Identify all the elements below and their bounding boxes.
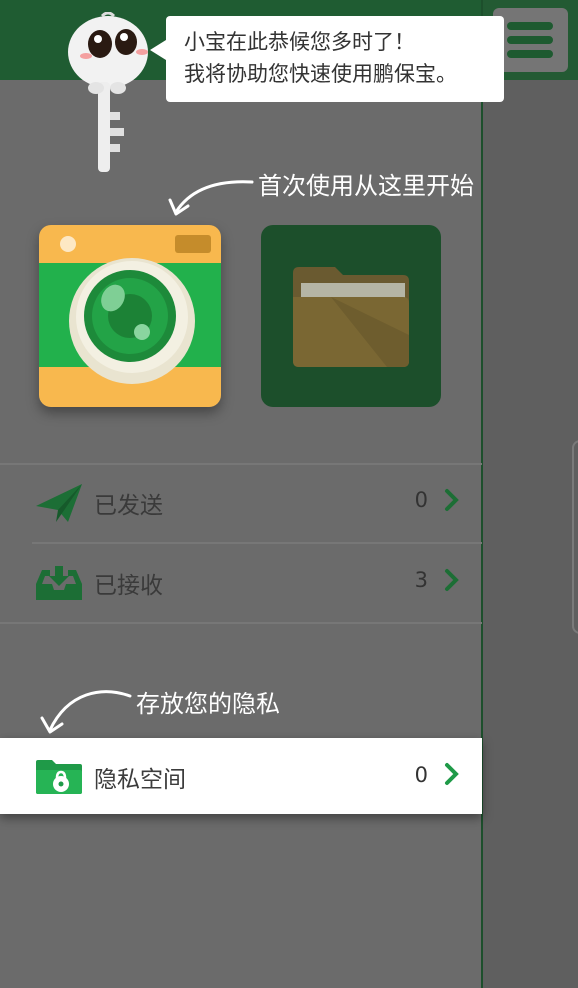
menu-item-label: 已接收 bbox=[94, 573, 163, 599]
curved-arrow-icon bbox=[168, 180, 254, 216]
mascot-speech-bubble: 小宝在此恭候您多时了！ 我将协助您快速使用鹏保宝。 bbox=[150, 16, 504, 102]
count-badge: 3 bbox=[414, 568, 428, 592]
menu-item-received[interactable]: 已接收 3 bbox=[0, 544, 482, 622]
camera-icon bbox=[39, 225, 221, 407]
divider bbox=[0, 622, 482, 624]
private-hint: 存放您的隐私 bbox=[136, 690, 280, 718]
count-badge: 0 bbox=[414, 763, 428, 787]
first-use-hint: 首次使用从这里开始 bbox=[258, 172, 474, 200]
hamburger-menu-button[interactable] bbox=[493, 8, 568, 72]
menu-item-label: 已发送 bbox=[94, 493, 163, 519]
inbox-download-icon bbox=[36, 566, 82, 600]
bubble-line-2: 我将协助您快速使用鹏保宝。 bbox=[184, 62, 457, 86]
file-folder-tile[interactable] bbox=[261, 225, 441, 407]
locked-folder-icon bbox=[36, 760, 82, 794]
side-drawer-handle[interactable] bbox=[572, 440, 578, 634]
menu-bar-icon bbox=[507, 22, 553, 30]
chevron-right-icon bbox=[445, 489, 459, 511]
bubble-line-1: 小宝在此恭候您多时了！ bbox=[184, 30, 415, 54]
key-mascot-icon bbox=[68, 12, 148, 172]
chevron-right-icon bbox=[445, 569, 459, 591]
right-side-panel bbox=[483, 0, 578, 988]
menu-bar-icon bbox=[507, 36, 553, 44]
menu-bar-icon bbox=[507, 50, 553, 58]
camera-tile[interactable] bbox=[39, 225, 221, 407]
curved-arrow-icon bbox=[40, 690, 132, 734]
menu-item-label: 隐私空间 bbox=[94, 767, 186, 793]
folder-icon bbox=[293, 267, 409, 367]
paper-plane-icon bbox=[36, 484, 82, 522]
menu-item-private-space[interactable]: 隐私空间 0 bbox=[0, 738, 482, 814]
menu-item-sent[interactable]: 已发送 0 bbox=[0, 464, 482, 542]
chevron-right-icon bbox=[445, 763, 459, 785]
count-badge: 0 bbox=[414, 488, 428, 512]
